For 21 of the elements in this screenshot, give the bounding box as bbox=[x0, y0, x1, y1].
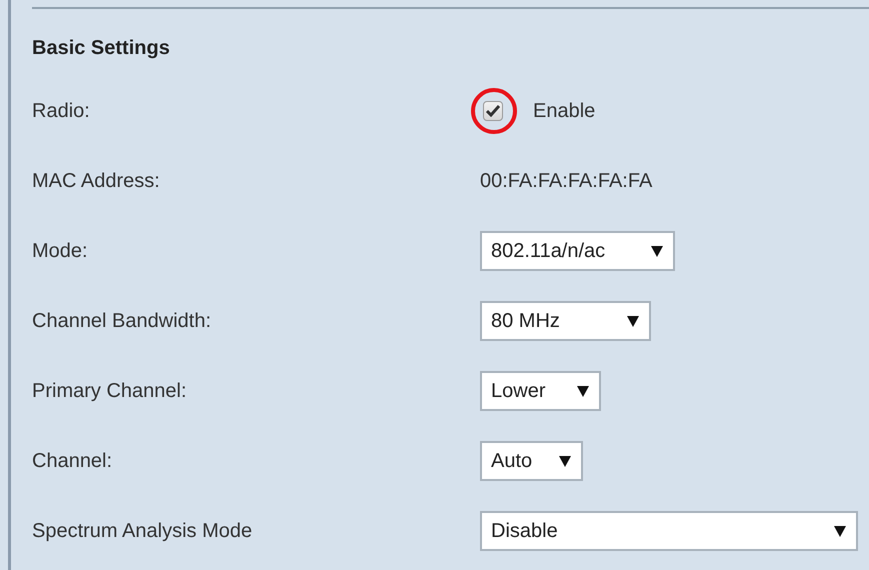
dropdown[interactable]: Disable bbox=[480, 511, 858, 551]
caret-icon bbox=[627, 316, 639, 326]
caret-icon bbox=[559, 456, 571, 466]
dropdown[interactable]: Auto bbox=[480, 441, 583, 481]
field-value: 00:FA:FA:FA:FA:FA bbox=[480, 170, 652, 192]
field-label: Primary Channel: bbox=[32, 380, 187, 402]
field-label: Spectrum Analysis Mode bbox=[32, 520, 252, 542]
field-label: Channel: bbox=[32, 450, 112, 472]
field-label: MAC Address: bbox=[32, 170, 160, 192]
dropdown[interactable]: Lower bbox=[480, 371, 601, 411]
caret-icon bbox=[834, 526, 846, 536]
checkbox[interactable] bbox=[483, 101, 503, 121]
dropdown[interactable]: 802.11a/n/ac bbox=[480, 231, 675, 271]
caret-icon bbox=[651, 246, 663, 256]
field-label: Radio: bbox=[32, 100, 90, 122]
caret-icon bbox=[577, 386, 589, 396]
dropdown[interactable]: 80 MHz bbox=[480, 301, 651, 341]
section-title: Basic Settings bbox=[32, 36, 171, 61]
checkbox-label: Enable bbox=[533, 100, 596, 122]
field-label: Mode: bbox=[32, 240, 88, 262]
field-label: Channel Bandwidth: bbox=[32, 310, 212, 332]
